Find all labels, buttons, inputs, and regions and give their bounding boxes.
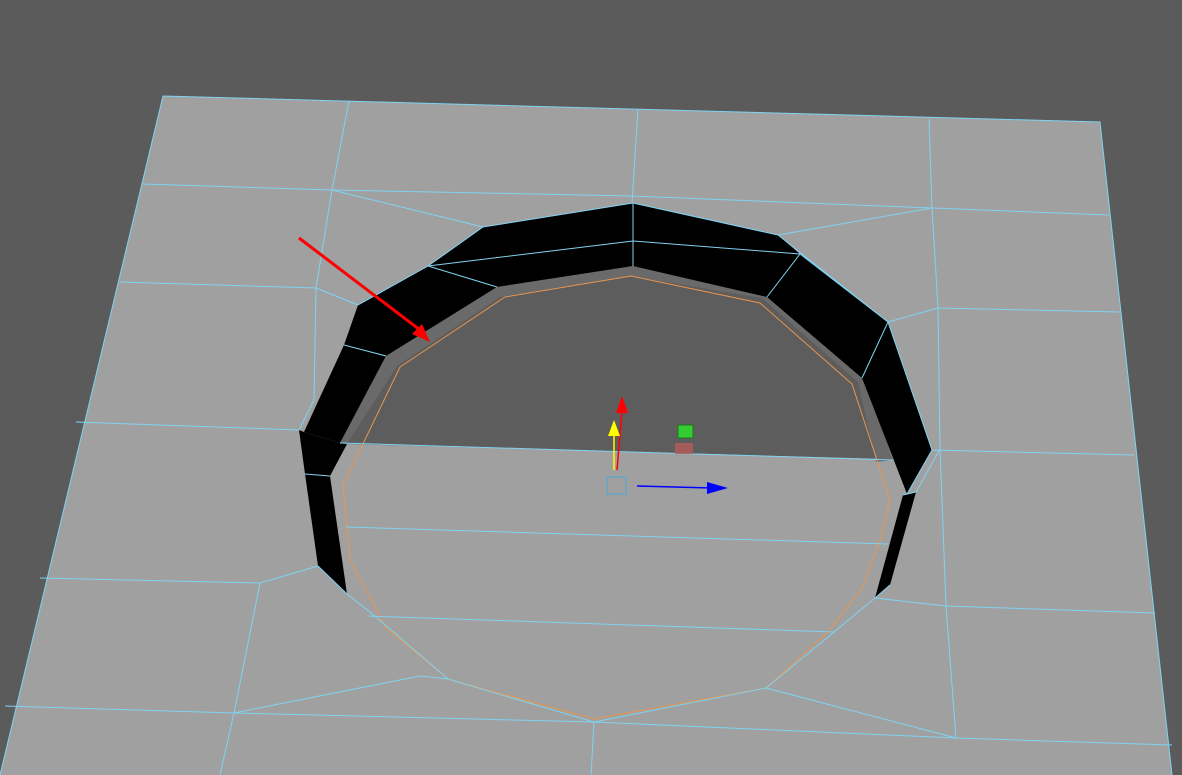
z-axis-handle[interactable] — [677, 424, 694, 439]
3d-viewport[interactable] — [0, 0, 1182, 775]
viewport-scene[interactable] — [0, 0, 1182, 775]
scale-handle[interactable] — [675, 443, 693, 454]
